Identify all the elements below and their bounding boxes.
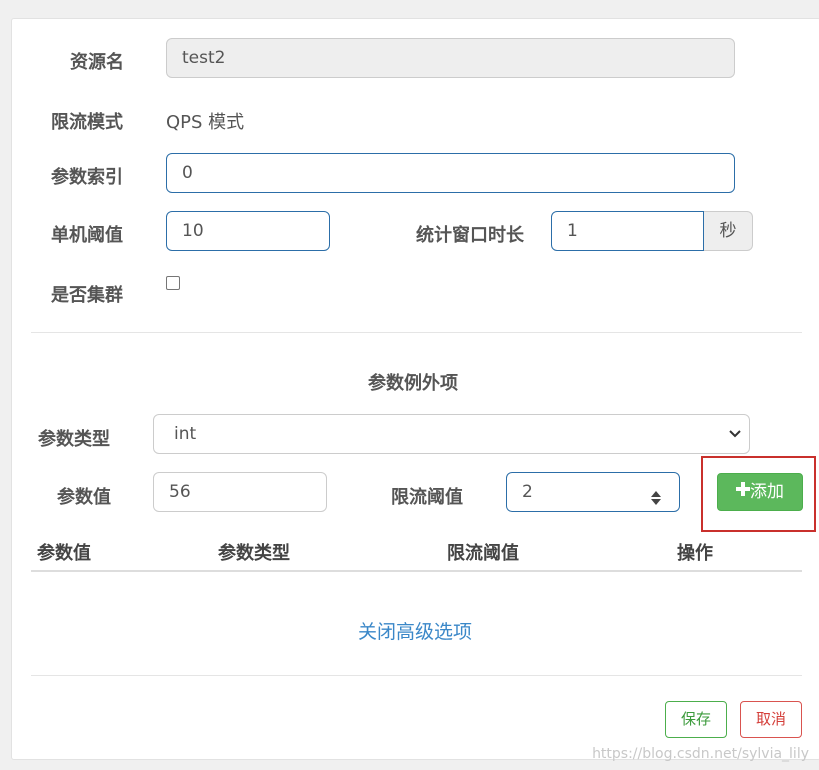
param-type-selected: int [174,424,197,444]
exception-section-title: 参数例外项 [368,373,458,394]
limit-threshold-label: 限流阈值 [391,487,463,508]
window-unit-addon: 秒 [704,211,753,251]
limit-threshold-value: 2 [522,482,533,502]
close-advanced-options-link[interactable]: 关闭高级选项 [358,617,472,644]
table-header-actions: 操作 [677,543,713,564]
cluster-checkbox[interactable] [166,276,180,290]
window-duration-input[interactable]: 1 [551,211,704,251]
divider-top [31,332,802,333]
param-type-select[interactable]: int [153,414,750,454]
add-exception-button[interactable]: 添加 [717,473,803,511]
table-header-param-value: 参数值 [37,543,91,564]
table-header-divider [31,570,802,572]
divider-bottom [31,675,802,676]
table-header-limit: 限流阈值 [447,543,519,564]
limit-threshold-input[interactable]: 2 [506,472,680,512]
plus-icon [736,473,750,509]
chevron-down-icon [729,425,741,448]
table-header-param-type: 参数类型 [218,543,290,564]
watermark: https://blog.csdn.net/sylvia_lily [592,746,809,762]
resource-name-input: test2 [166,38,735,78]
threshold-input[interactable]: 10 [166,211,330,251]
resource-name-label: 资源名 [70,52,124,73]
window-duration-label: 统计窗口时长 [416,225,524,246]
param-index-input[interactable]: 0 [166,153,735,193]
param-index-label: 参数索引 [51,167,123,188]
param-value-label: 参数值 [57,487,111,508]
param-type-label: 参数类型 [38,429,110,450]
threshold-label: 单机阈值 [51,225,123,246]
save-button[interactable]: 保存 [665,701,727,738]
param-value-input[interactable]: 56 [153,472,327,512]
spin-arrows-icon[interactable] [649,483,663,505]
limit-mode-label: 限流模式 [51,112,123,133]
cancel-button[interactable]: 取消 [740,701,802,738]
cluster-label: 是否集群 [51,285,123,306]
limit-mode-value: QPS 模式 [166,112,245,133]
add-exception-label: 添加 [750,482,784,502]
